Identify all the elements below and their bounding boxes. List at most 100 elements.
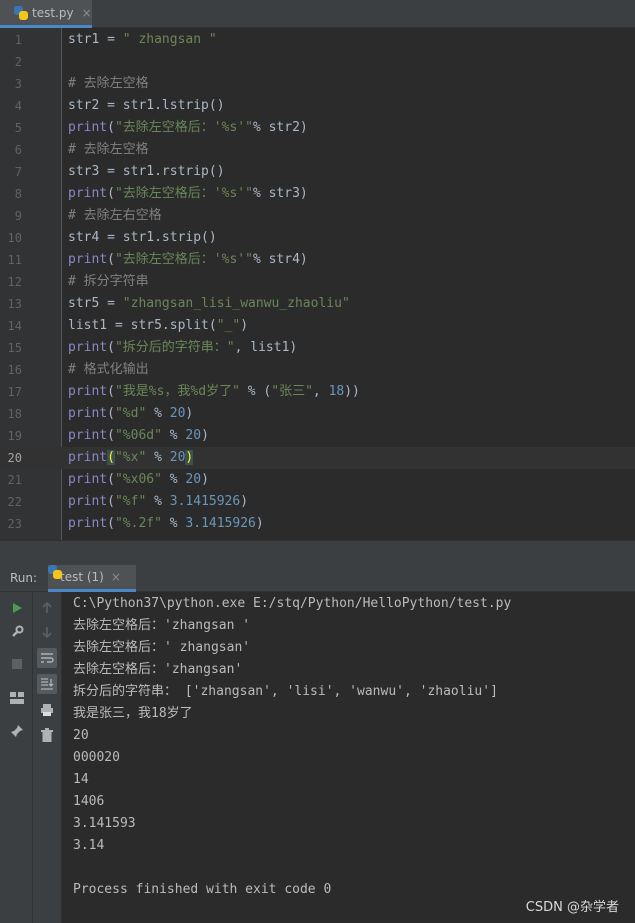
code-line[interactable]: 16 # 格式化输出 (0, 359, 635, 381)
line-number: 23 (7, 517, 22, 531)
code-text: print("去除左空格后：'%s'"% str3) (68, 186, 308, 201)
line-number: 14 (7, 319, 22, 333)
line-number: 7 (14, 165, 22, 179)
run-label: Run: (10, 571, 38, 585)
line-number: 13 (7, 297, 22, 311)
code-line[interactable]: 11 print("去除左空格后：'%s'"% str4) (0, 249, 635, 271)
code-line[interactable]: 5 print("去除左空格后：'%s'"% str2) (0, 117, 635, 139)
line-number: 18 (7, 407, 22, 421)
line-number: 12 (7, 275, 22, 289)
python-file-icon (14, 5, 28, 20)
code-text: print("%f" % 3.1415926) (68, 494, 249, 509)
code-text: print("%x06" % 20) (68, 472, 209, 487)
code-text: list1 = str5.split("_") (68, 318, 249, 333)
code-text: print("%.2f" % 3.1415926) (68, 516, 264, 531)
code-line[interactable]: 9 # 去除左右空格 (0, 205, 635, 227)
arrow-down-icon[interactable] (37, 622, 57, 642)
panel-splitter[interactable] (0, 540, 635, 565)
stop-icon[interactable] (7, 654, 27, 674)
line-number: 9 (14, 209, 22, 223)
code-line[interactable]: 12 # 拆分字符串 (0, 271, 635, 293)
code-text: print("我是%s，我%d岁了" % ("张三", 18)) (68, 384, 360, 399)
console-output-line: 去除左空格后：'zhangsan' (73, 662, 243, 677)
code-text: print("拆分后的字符串：", list1) (68, 340, 298, 355)
run-toolbar-secondary (33, 592, 62, 923)
code-line[interactable]: 21 print("%x06" % 20) (0, 469, 635, 491)
tab-test-py[interactable]: test.py × (0, 0, 92, 28)
code-line[interactable]: 14 list1 = str5.split("_") (0, 315, 635, 337)
code-line[interactable]: 1 str1 = " zhangsan " (0, 29, 635, 51)
line-number: 20 (7, 451, 22, 465)
code-line[interactable]: 10 str4 = str1.strip() (0, 227, 635, 249)
code-text: print("%06d" % 20) (68, 428, 209, 443)
code-text: # 去除左空格 (68, 76, 149, 91)
line-number: 16 (7, 363, 22, 377)
code-line[interactable]: 8 print("去除左空格后：'%s'"% str3) (0, 183, 635, 205)
line-number: 19 (7, 429, 22, 443)
console-output-line: 拆分后的字符串： ['zhangsan', 'lisi', 'wanwu', '… (73, 684, 498, 699)
run-panel-header: Run: test (1) × (0, 565, 635, 592)
code-text: str3 = str1.rstrip() (68, 164, 225, 179)
line-number: 15 (7, 341, 22, 355)
wrench-icon[interactable] (7, 622, 27, 642)
rerun-icon[interactable] (7, 598, 27, 618)
code-line[interactable]: 20 print("%x" % 20) (0, 447, 635, 469)
code-text: # 去除左空格 (68, 142, 149, 157)
code-text: print("%d" % 20) (68, 406, 194, 421)
code-line[interactable]: 13 str5 = "zhangsan_lisi_wanwu_zhaoliu" (0, 293, 635, 315)
code-line[interactable]: 6 # 去除左空格 (0, 139, 635, 161)
print-icon[interactable] (37, 700, 57, 720)
code-editor[interactable]: 1 str1 = " zhangsan " 2 3 # 去除左空格 4 str2 = str… (0, 28, 635, 540)
line-number: 11 (7, 253, 22, 267)
code-text: str2 = str1.lstrip() (68, 98, 225, 113)
layout-icon[interactable] (7, 688, 27, 708)
code-line[interactable]: 3 # 去除左空格 (0, 73, 635, 95)
soft-wrap-icon[interactable] (37, 648, 57, 668)
code-line[interactable]: 18 print("%d" % 20) (0, 403, 635, 425)
console-output-line: 20 (73, 728, 89, 743)
code-line[interactable]: 17 print("我是%s，我%d岁了" % ("张三", 18)) (0, 381, 635, 403)
code-text: str1 = " zhangsan " (68, 32, 217, 47)
console-output-line: 14 (73, 772, 89, 787)
code-text: # 格式化输出 (68, 362, 149, 377)
code-text: str4 = str1.strip() (68, 230, 217, 245)
trash-icon[interactable] (37, 725, 57, 745)
code-line[interactable]: 7 str3 = str1.rstrip() (0, 161, 635, 183)
console-output-line: 去除左空格后：'zhangsan ' (73, 618, 251, 633)
code-line[interactable]: 15 print("拆分后的字符串：", list1) (0, 337, 635, 359)
code-line[interactable]: 2 (0, 51, 635, 73)
console-output-line: 3.141593 (73, 816, 136, 831)
line-number: 2 (14, 55, 22, 69)
line-number: 5 (14, 121, 22, 135)
console-output-line: 我是张三，我18岁了 (73, 706, 193, 721)
run-tab-test[interactable]: test (1) × (48, 565, 136, 592)
scroll-to-end-icon[interactable] (37, 674, 57, 694)
editor-tab-bar: test.py × (0, 0, 635, 28)
line-number: 22 (7, 495, 22, 509)
console-output-line: 3.14 (73, 838, 105, 853)
run-toolbar-primary (0, 592, 33, 923)
run-console[interactable]: C:\Python37\python.exe E:/stq/Python/Hel… (62, 592, 635, 923)
line-number: 4 (14, 99, 22, 113)
line-number: 6 (14, 143, 22, 157)
run-tab-close-icon[interactable]: × (111, 570, 121, 584)
console-output-line: 1406 (73, 794, 105, 809)
code-line[interactable]: 19 print("%06d" % 20) (0, 425, 635, 447)
run-tab-label: test (1) (60, 570, 104, 584)
pin-icon[interactable] (7, 721, 27, 741)
code-line[interactable]: 23 print("%.2f" % 3.1415926) (0, 513, 635, 535)
code-line[interactable]: 22 print("%f" % 3.1415926) (0, 491, 635, 513)
console-output-line: Process finished with exit code 0 (73, 882, 332, 897)
tab-label: test.py (32, 5, 74, 20)
line-number: 8 (14, 187, 22, 201)
code-line[interactable]: 4 str2 = str1.lstrip() (0, 95, 635, 117)
line-number: 1 (14, 33, 22, 47)
watermark: CSDN @杂学者 (525, 900, 619, 915)
console-output-line: 000020 (73, 750, 120, 765)
console-output-line: 去除左空格后：' zhangsan' (73, 640, 251, 655)
line-number: 17 (7, 385, 22, 399)
tab-close-icon[interactable]: × (82, 6, 92, 20)
line-number: 21 (7, 473, 22, 487)
line-number: 3 (14, 77, 22, 91)
arrow-up-icon[interactable] (37, 598, 57, 618)
